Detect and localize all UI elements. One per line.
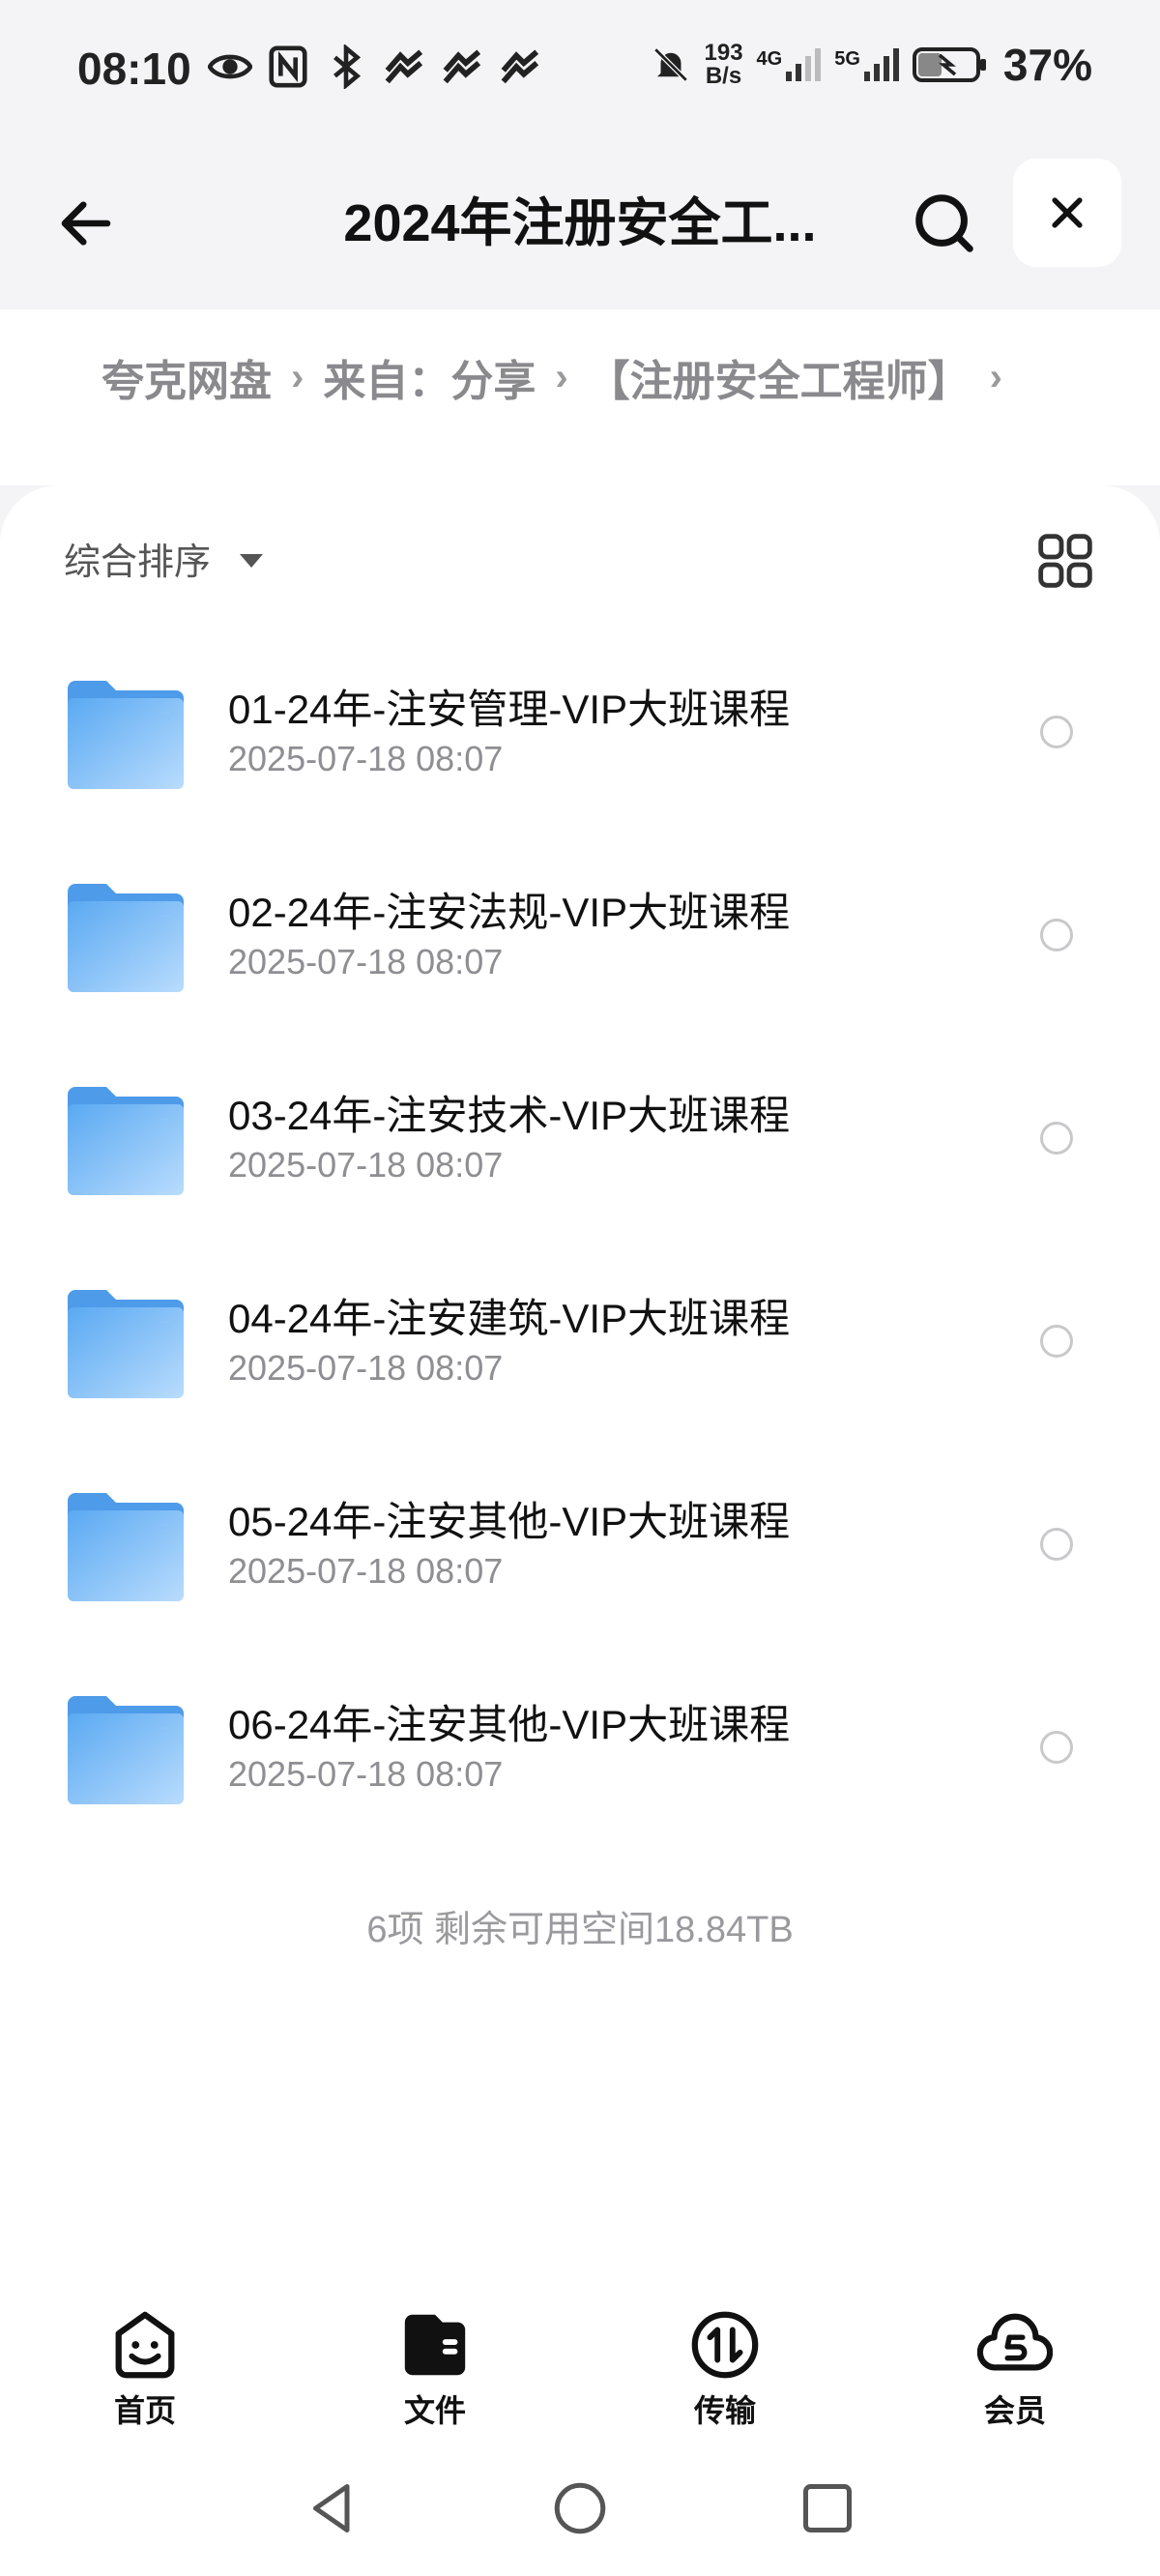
file-date: 2025-07-18 08:07 (228, 1145, 504, 1185)
select-radio[interactable] (1040, 919, 1073, 951)
home-circle-icon[interactable] (551, 2479, 609, 2537)
storage-summary: 6项 剩余可用空间18.84TB (366, 1910, 794, 1950)
cloud-member-icon (977, 2313, 1053, 2371)
nav-tab-member[interactable]: 会员 (870, 2274, 1160, 2439)
nav-label-member: 会员 (983, 2393, 1046, 2428)
battery-percent: 37% (1002, 40, 1092, 90)
select-radio[interactable] (1040, 1731, 1073, 1764)
heartrate-icon (443, 49, 481, 84)
file-date: 2025-07-18 08:07 (228, 1754, 504, 1794)
close-button[interactable] (1013, 159, 1121, 267)
signal-icon: 4G (757, 48, 822, 81)
bluetooth-icon (334, 44, 362, 89)
status-icons-left (208, 44, 542, 89)
file-name: 02-24年-注安法规-VIP大班课程 (228, 890, 791, 935)
page-title: 2024年注册安全工... (343, 194, 817, 252)
eye-icon (208, 54, 252, 79)
file-name: 04-24年-注安建筑-VIP大班课程 (228, 1296, 791, 1341)
list-item[interactable]: 01-24年-注安管理-VIP大班课程 2025-07-18 08:07 (0, 659, 1160, 863)
bottom-nav: 首页 文件 传输 会员 (0, 2274, 1160, 2439)
recents-square-icon[interactable] (798, 2479, 856, 2537)
nav-tab-transfer[interactable]: 传输 (580, 2274, 870, 2439)
folder-icon (68, 1696, 184, 1804)
status-time: 08:10 (77, 44, 191, 94)
file-list: 01-24年-注安管理-VIP大班课程 2025-07-18 08:07 02-… (0, 659, 1160, 1878)
list-item[interactable]: 06-24年-注安其他-VIP大班课程 2025-07-18 08:07 (0, 1675, 1160, 1878)
breadcrumb: 夸克网盘 › 来自：分享 › 【注册安全工程师】 › (0, 309, 1160, 485)
nav-label-files: 文件 (403, 2393, 466, 2428)
file-date: 2025-07-18 08:07 (228, 1348, 504, 1388)
file-panel: 综合排序 01-24年-注安管理-VIP大班课程 2025-07-18 08:0… (0, 485, 1160, 2274)
breadcrumb-item-folder[interactable]: 【注册安全工程师】 (588, 346, 971, 408)
heartrate-icon (385, 49, 423, 84)
file-name: 03-24年-注安技术-VIP大班课程 (228, 1093, 791, 1138)
select-radio[interactable] (1040, 716, 1073, 748)
system-nav-bar (0, 2439, 1160, 2576)
file-name: 01-24年-注安管理-VIP大班课程 (228, 687, 791, 732)
sort-label: 综合排序 (64, 542, 212, 583)
chevron-right-icon: › (989, 355, 1002, 398)
grid-view-icon[interactable] (1034, 530, 1096, 592)
smiley-home-icon (115, 2311, 175, 2379)
search-button[interactable] (901, 180, 988, 267)
list-item[interactable]: 05-24年-注安其他-VIP大班课程 2025-07-18 08:07 (0, 1472, 1160, 1675)
nav-label-transfer: 传输 (693, 2393, 756, 2428)
folder-icon (68, 1290, 184, 1398)
select-radio[interactable] (1040, 1122, 1073, 1155)
file-date: 2025-07-18 08:07 (228, 942, 504, 981)
select-radio[interactable] (1040, 1528, 1073, 1561)
breadcrumb-item-root[interactable]: 夸克网盘 (102, 346, 272, 408)
nav-tab-files[interactable]: 文件 (290, 2274, 580, 2439)
file-name: 05-24年-注安其他-VIP大班课程 (228, 1499, 791, 1544)
folder-icon (68, 1087, 184, 1195)
close-icon (1052, 197, 1083, 228)
nfc-icon (269, 45, 307, 88)
caret-down-icon (240, 553, 264, 568)
breadcrumb-item-shared[interactable]: 来自：分享 (323, 346, 536, 408)
list-item[interactable]: 04-24年-注安建筑-VIP大班课程 2025-07-18 08:07 (0, 1269, 1160, 1472)
file-date: 2025-07-18 08:07 (228, 1551, 504, 1591)
title-bar: 2024年注册安全工... (0, 145, 1160, 309)
signal-icon: 5G (834, 48, 899, 81)
chevron-right-icon: › (555, 355, 568, 398)
wallet-files-icon (404, 2314, 466, 2376)
list-item[interactable]: 03-24年-注安技术-VIP大班课程 2025-07-18 08:07 (0, 1066, 1160, 1269)
back-triangle-icon[interactable] (304, 2479, 362, 2537)
folder-icon (68, 1493, 184, 1601)
nav-label-home: 首页 (113, 2393, 176, 2428)
mute-bell-icon (652, 47, 688, 82)
folder-icon (68, 884, 184, 992)
heartrate-icon (501, 49, 539, 84)
list-item[interactable]: 02-24年-注安法规-VIP大班课程 2025-07-18 08:07 (0, 863, 1160, 1066)
file-date: 2025-07-18 08:07 (228, 739, 504, 778)
search-icon (915, 194, 973, 252)
file-name: 06-24年-注安其他-VIP大班课程 (228, 1702, 791, 1747)
back-button[interactable] (46, 184, 126, 263)
net-speed: 193 B/s (704, 40, 743, 89)
select-radio[interactable] (1040, 1325, 1073, 1358)
sort-dropdown[interactable]: 综合排序 (64, 532, 264, 585)
back-arrow-icon (61, 201, 111, 246)
folder-icon (68, 681, 184, 789)
status-bar: 08:10 193 B/s 4G 5G 37% (0, 0, 1160, 145)
nav-tab-home[interactable]: 首页 (0, 2274, 290, 2439)
transfer-icon (691, 2311, 759, 2379)
status-icons-right: 193 B/s 4G 5G 37% (651, 39, 1092, 91)
chevron-right-icon: › (291, 355, 304, 398)
battery-icon (912, 47, 986, 82)
